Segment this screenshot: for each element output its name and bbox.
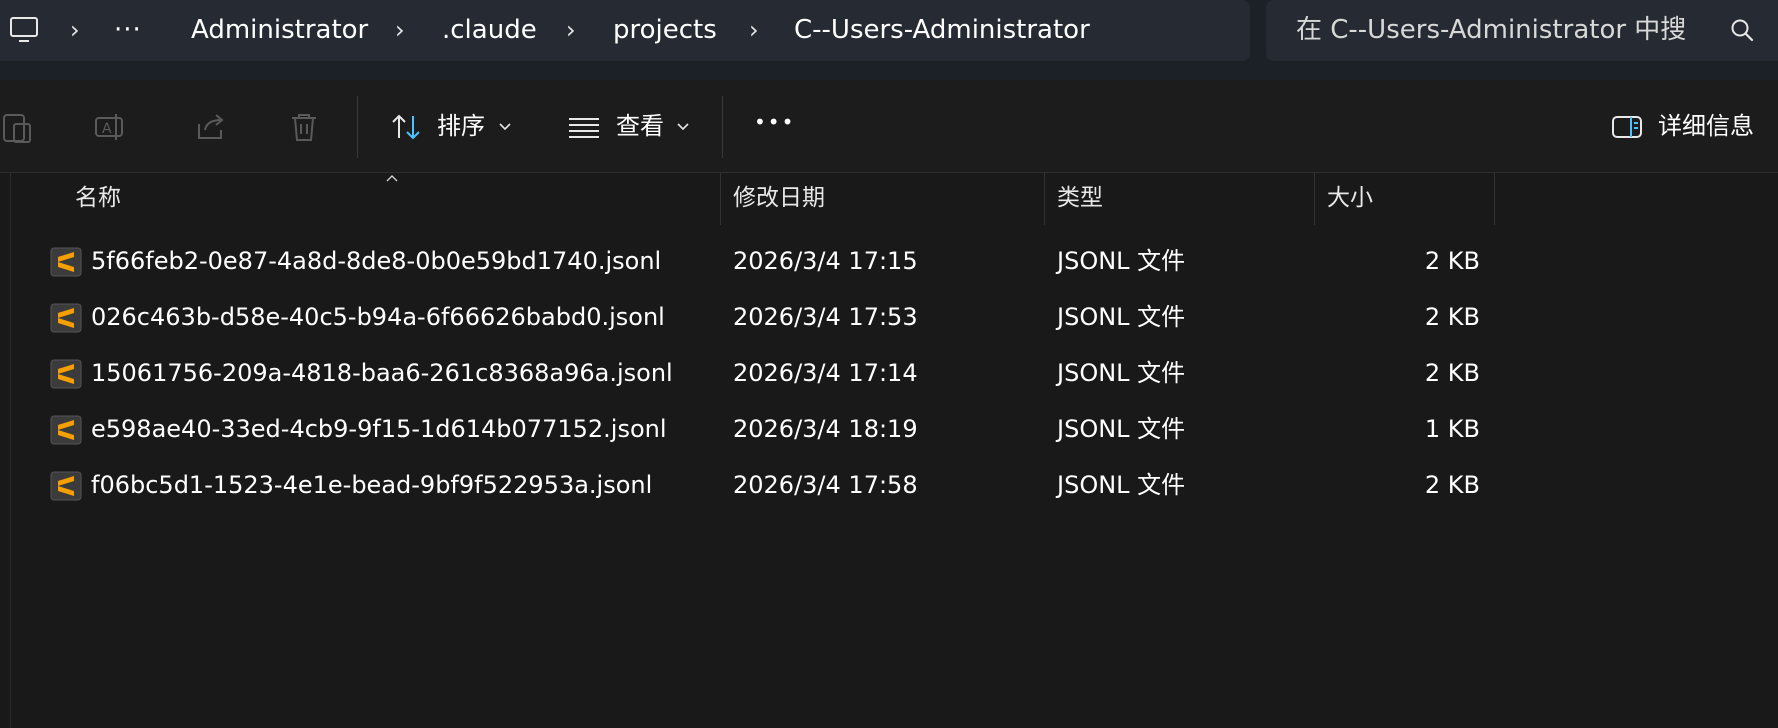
- file-name[interactable]: 026c463b-d58e-40c5-b94a-6f66626babd0.jso…: [91, 301, 665, 333]
- file-row[interactable]: 026c463b-d58e-40c5-b94a-6f66626babd0.jso…: [40, 291, 1500, 345]
- column-header-modified[interactable]: 修改日期: [733, 183, 825, 213]
- search-icon[interactable]: [1728, 16, 1756, 44]
- file-row[interactable]: 15061756-209a-4818-baa6-261c8368a96a.jso…: [40, 347, 1500, 401]
- navigation-bar: › ··· Administrator › .claude › projects…: [0, 0, 1778, 80]
- file-type: JSONL 文件: [1057, 415, 1186, 443]
- breadcrumb-item-administrator[interactable]: Administrator: [191, 14, 368, 46]
- file-size: 1 KB: [1424, 415, 1480, 443]
- sublime-text-file-icon: [50, 359, 82, 389]
- sublime-text-file-icon: [50, 471, 82, 501]
- sublime-text-file-icon: [50, 303, 82, 333]
- file-modified-date: 2026/3/4 17:58: [733, 471, 918, 499]
- file-name[interactable]: e598ae40-33ed-4cb9-9f15-1d614b077152.jso…: [91, 413, 667, 445]
- sort-icon[interactable]: [389, 110, 423, 144]
- file-row[interactable]: 5f66feb2-0e87-4a8d-8de8-0b0e59bd1740.jso…: [40, 235, 1500, 289]
- column-header-name[interactable]: 名称: [75, 183, 121, 213]
- file-name[interactable]: 15061756-209a-4818-baa6-261c8368a96a.jso…: [91, 357, 673, 389]
- sort-button[interactable]: 排序: [437, 110, 485, 142]
- file-name[interactable]: 5f66feb2-0e87-4a8d-8de8-0b0e59bd1740.jso…: [91, 245, 661, 277]
- chevron-down-icon[interactable]: [498, 122, 512, 132]
- file-type: JSONL 文件: [1057, 471, 1186, 499]
- file-size: 2 KB: [1424, 359, 1480, 387]
- navigation-pane-edge: [10, 173, 11, 728]
- chevron-down-icon[interactable]: [676, 122, 690, 132]
- share-icon[interactable]: [193, 110, 227, 144]
- file-size: 2 KB: [1424, 471, 1480, 499]
- breadcrumb-item-current-folder[interactable]: C--Users-Administrator: [794, 14, 1090, 46]
- file-type: JSONL 文件: [1057, 247, 1186, 275]
- sublime-text-file-icon: [50, 247, 82, 277]
- toolbar-divider: [357, 96, 358, 158]
- paste-icon[interactable]: [0, 110, 34, 144]
- search-input[interactable]: 在 C--Users-Administrator 中搜索: [1296, 14, 1686, 46]
- this-pc-icon[interactable]: [8, 14, 40, 46]
- more-options-button[interactable]: •••: [754, 106, 795, 138]
- breadcrumb-item-claude[interactable]: .claude: [442, 14, 537, 46]
- column-separator[interactable]: [1314, 173, 1315, 225]
- toolbar-divider: [722, 96, 723, 158]
- command-bar: A 排序 查看 ••• 详细信息: [0, 80, 1778, 173]
- chevron-right-icon[interactable]: ›: [749, 15, 759, 45]
- address-bar[interactable]: › ··· Administrator › .claude › projects…: [0, 0, 1250, 61]
- chevron-right-icon[interactable]: ›: [566, 15, 576, 45]
- column-separator[interactable]: [1044, 173, 1045, 225]
- column-header-row: 名称 修改日期 类型 大小: [0, 173, 1778, 225]
- sort-ascending-caret-icon: [386, 175, 398, 182]
- sublime-text-file-icon: [50, 415, 82, 445]
- search-box[interactable]: 在 C--Users-Administrator 中搜索: [1266, 0, 1778, 61]
- details-pane-icon[interactable]: [1610, 110, 1644, 144]
- file-row[interactable]: f06bc5d1-1523-4e1e-bead-9bf9f522953a.jso…: [40, 459, 1500, 513]
- breadcrumb-overflow-button[interactable]: ···: [114, 14, 142, 46]
- column-separator[interactable]: [1494, 173, 1495, 225]
- file-modified-date: 2026/3/4 18:19: [733, 415, 918, 443]
- view-button[interactable]: 查看: [616, 110, 664, 142]
- breadcrumb-item-projects[interactable]: projects: [613, 14, 717, 46]
- chevron-right-icon[interactable]: ›: [395, 15, 405, 45]
- file-size: 2 KB: [1424, 247, 1480, 275]
- delete-icon[interactable]: [287, 110, 321, 144]
- file-name[interactable]: f06bc5d1-1523-4e1e-bead-9bf9f522953a.jso…: [91, 469, 652, 501]
- file-row[interactable]: e598ae40-33ed-4cb9-9f15-1d614b077152.jso…: [40, 403, 1500, 457]
- column-separator[interactable]: [720, 173, 721, 225]
- file-modified-date: 2026/3/4 17:53: [733, 303, 918, 331]
- file-modified-date: 2026/3/4 17:14: [733, 359, 918, 387]
- rename-icon[interactable]: A: [94, 110, 128, 144]
- svg-text:A: A: [102, 121, 112, 137]
- column-header-size[interactable]: 大小: [1327, 183, 1373, 213]
- file-type: JSONL 文件: [1057, 303, 1186, 331]
- view-icon[interactable]: [567, 110, 601, 144]
- file-size: 2 KB: [1424, 303, 1480, 331]
- file-modified-date: 2026/3/4 17:15: [733, 247, 918, 275]
- details-button[interactable]: 详细信息: [1658, 110, 1754, 142]
- file-type: JSONL 文件: [1057, 359, 1186, 387]
- chevron-right-icon[interactable]: ›: [70, 15, 80, 45]
- column-header-type[interactable]: 类型: [1057, 183, 1103, 213]
